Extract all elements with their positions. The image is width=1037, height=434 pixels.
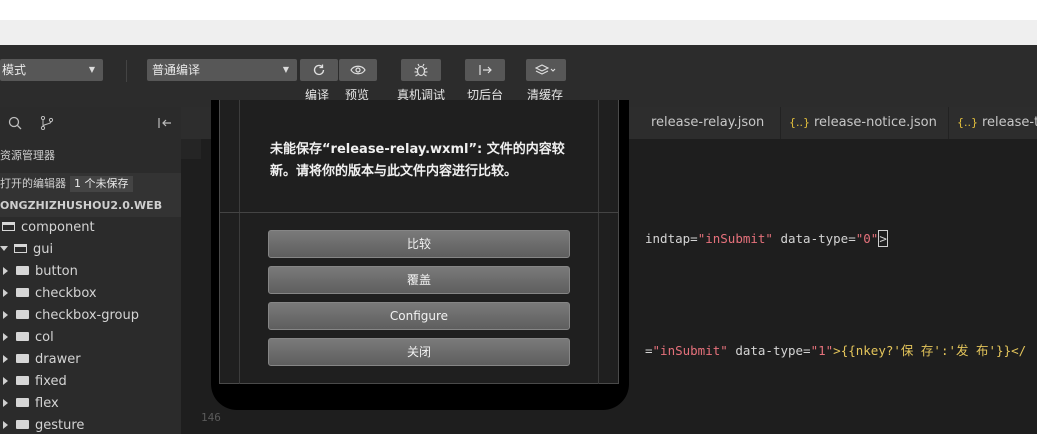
tree-item-fixed[interactable]: fixed	[0, 371, 181, 393]
chevron-down-icon: ▼	[88, 65, 95, 74]
chevron-right-icon	[3, 398, 8, 407]
overwrite-button[interactable]: 覆盖	[268, 266, 570, 294]
code-token: =	[645, 343, 653, 358]
folder-icon	[16, 310, 29, 319]
tab-release-notice-json[interactable]: {..} release-notice.json	[781, 107, 949, 139]
tree-item-label: component	[21, 220, 95, 235]
tree-item-button[interactable]: button	[0, 261, 181, 283]
code-token: data-type=	[727, 343, 811, 358]
tree-item-label: button	[35, 264, 78, 279]
code-string: "1"	[810, 343, 834, 358]
switch-background-icon	[479, 65, 492, 75]
chevron-right-icon	[3, 266, 8, 275]
code-token: >{{nkey?'保 存':'发 布'}}</	[833, 343, 1027, 358]
sidebar: 资源管理器 打开的编辑器 1 个未保存 ONGZHIZHUSHOU2.0.WEB …	[0, 107, 181, 434]
tree-item-label: gui	[33, 242, 54, 257]
tab-release-ta[interactable]: {..} release-ta	[949, 107, 1037, 139]
tree-item-label: checkbox	[35, 286, 97, 301]
search-icon[interactable]	[8, 116, 22, 130]
code-line: ="inSubmit" data-type="1">{{nkey?'保 存':'…	[645, 340, 1026, 359]
toolbar-divider	[126, 60, 127, 82]
folder-icon	[16, 420, 29, 429]
dialog-border	[239, 100, 240, 384]
clear-cache-button[interactable]	[526, 59, 566, 81]
code-token: data-type=	[772, 231, 856, 246]
git-branch-icon[interactable]	[40, 116, 54, 130]
mode-select[interactable]: 模式 ▼	[0, 59, 103, 81]
code-string: "inSubmit"	[652, 343, 728, 358]
cursor-bracket: >	[878, 230, 888, 247]
compile-button[interactable]	[300, 59, 338, 81]
configure-button[interactable]: Configure	[268, 302, 570, 330]
explorer-title: 资源管理器	[0, 149, 55, 162]
compare-button[interactable]: 比较	[268, 230, 570, 258]
tree-item-label: gesture	[35, 418, 85, 433]
tab-label: release-relay.json	[651, 115, 765, 130]
tab-label: release-ta	[982, 115, 1037, 130]
tree-item-col[interactable]: col	[0, 327, 181, 349]
bug-icon	[414, 63, 428, 77]
code-token: indtap=	[645, 231, 698, 246]
tree-item-label: drawer	[35, 352, 81, 367]
open-editors-row[interactable]: 打开的编辑器 1 个未保存	[0, 173, 181, 195]
open-editors-label: 打开的编辑器	[0, 177, 66, 190]
code-string: "inSubmit"	[697, 231, 773, 246]
toolbar: 模式 ▼ 普通编译 ▼ 编译 预览 真机调试 切后台 清缓存	[0, 45, 1037, 107]
tree-item-label: checkbox-group	[35, 308, 140, 323]
tab-label: release-notice.json	[814, 115, 937, 130]
chevron-right-icon	[3, 420, 8, 429]
folder-icon	[16, 398, 29, 407]
remote-debug-button[interactable]	[401, 59, 441, 81]
tree-item-label: flex	[35, 396, 59, 411]
editor-breadcrumb-strip	[181, 139, 201, 159]
tree-item-label: fixed	[35, 374, 67, 389]
folder-icon	[16, 332, 29, 341]
dialog-divider	[220, 212, 618, 213]
tab-release-relay-json[interactable]: release-relay.json	[631, 107, 781, 139]
tree-item-checkbox-group[interactable]: checkbox-group	[0, 305, 181, 327]
code-line: indtap="inSubmit" data-type="0">	[645, 230, 888, 247]
tree-item-checkbox[interactable]: checkbox	[0, 283, 181, 305]
folder-icon	[16, 354, 29, 363]
sidebar-header	[0, 107, 181, 138]
window-title-bar	[0, 20, 1037, 45]
dialog-message: 未能保存“release-relay.wxml”: 文件的内容较新。请将你的版本…	[270, 142, 565, 179]
folder-open-icon	[2, 222, 15, 231]
eye-icon	[350, 65, 366, 75]
chevron-down-icon	[0, 246, 8, 251]
layers-icon	[534, 64, 556, 75]
background-button[interactable]	[465, 59, 505, 81]
chevron-down-icon: ▼	[282, 65, 289, 74]
folder-icon	[16, 288, 29, 297]
line-number: 146	[201, 411, 221, 424]
code-string: "0"	[855, 231, 879, 246]
chevron-right-icon	[3, 288, 8, 297]
tree-item-drawer[interactable]: drawer	[0, 349, 181, 371]
tree-item-gui[interactable]: gui	[0, 239, 181, 261]
chevron-right-icon	[3, 354, 8, 363]
tree-item-label: col	[35, 330, 54, 345]
preview-button[interactable]	[339, 59, 377, 81]
unsaved-badge: 1 个未保存	[70, 176, 133, 192]
close-button[interactable]: 关闭	[268, 338, 570, 366]
tree-item-flex[interactable]: flex	[0, 393, 181, 415]
folder-open-icon	[14, 244, 27, 253]
folder-icon	[16, 376, 29, 385]
chevron-right-icon	[3, 310, 8, 319]
compile-mode-select[interactable]: 普通编译 ▼	[147, 59, 297, 81]
tree-item-component[interactable]: component	[0, 217, 181, 239]
json-file-icon: {..}	[957, 116, 978, 129]
refresh-icon	[313, 64, 325, 76]
mode-select-label: 模式	[2, 63, 27, 77]
chevron-right-icon	[3, 332, 8, 341]
collapse-sidebar-icon[interactable]	[158, 117, 172, 129]
window-top-bar	[0, 0, 1037, 20]
project-root[interactable]: ONGZHIZHUSHOU2.0.WEB	[0, 195, 181, 217]
dialog-border	[598, 100, 599, 384]
chevron-right-icon	[3, 376, 8, 385]
compile-mode-label: 普通编译	[152, 63, 201, 77]
folder-icon	[16, 266, 29, 275]
tree-item-gesture[interactable]: gesture	[0, 415, 181, 434]
json-file-icon: {..}	[789, 116, 810, 129]
